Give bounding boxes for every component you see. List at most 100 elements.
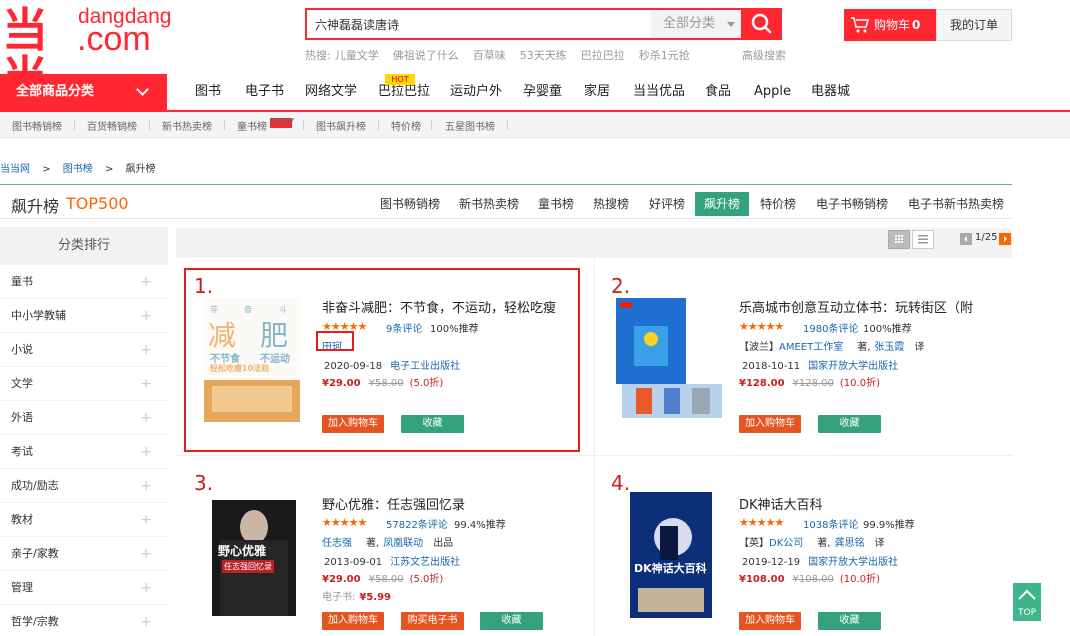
sidebar-item-k12[interactable]: 中小学教辅 + — [0, 299, 168, 333]
nav-item-books[interactable]: 图书 — [195, 74, 221, 110]
review-count-link[interactable]: 57822条评论 — [386, 516, 448, 531]
breadcrumb-home[interactable]: 当当网 — [0, 164, 30, 175]
plus-icon[interactable]: + — [140, 435, 152, 469]
all-categories-menu[interactable]: 全部商品分类 — [0, 74, 167, 110]
back-to-top-button[interactable]: TOP — [1013, 583, 1041, 621]
hot-word-link[interactable]: 儿童文学 — [335, 49, 379, 62]
subnav-item[interactable]: 百货畅销榜 — [87, 118, 137, 133]
tab-new-books[interactable]: 新书热卖榜 — [455, 192, 523, 216]
page-next-icon[interactable] — [999, 233, 1011, 245]
hot-word-link[interactable]: 百草味 — [473, 49, 506, 62]
subnav-item[interactable]: 图书飙升榜 — [316, 118, 366, 133]
author-link[interactable]: 任志强 — [322, 538, 352, 549]
search-input[interactable] — [307, 10, 651, 38]
author-link[interactable]: AMEET工作室 — [779, 342, 843, 353]
cart-button[interactable]: 购物车 0 — [844, 9, 936, 41]
page-prev-icon[interactable] — [960, 233, 972, 245]
highlight-box — [184, 268, 580, 452]
nav-item-youpin[interactable]: 当当优品 — [633, 74, 685, 110]
book-cover[interactable]: DK神话大百科 — [630, 492, 712, 618]
nav-item-food[interactable]: 食品 — [705, 74, 731, 110]
tab-special-price[interactable]: 特价榜 — [756, 192, 800, 216]
add-to-cart-button[interactable]: 加入购物车 — [739, 415, 801, 433]
tab-children[interactable]: 童书榜 — [534, 192, 578, 216]
publisher-link[interactable]: 国家开放大学出版社 — [808, 557, 898, 568]
search-category-select[interactable]: 全部分类 — [651, 10, 741, 38]
grid-view-icon[interactable] — [888, 230, 910, 249]
plus-icon[interactable]: + — [140, 503, 152, 537]
nav-item-outdoor[interactable]: 运动户外 — [450, 74, 502, 110]
translator-link[interactable]: 龚思铭 — [834, 538, 864, 549]
sidebar-item-philosophy[interactable]: 哲学/宗教 + — [0, 605, 168, 636]
subnav-item[interactable]: 特价榜 — [391, 118, 421, 133]
sidebar-item-management[interactable]: 管理 + — [0, 571, 168, 605]
hot-word-link[interactable]: 佛祖说了什么 — [393, 49, 459, 62]
author-link[interactable]: DK公司 — [769, 538, 803, 549]
sidebar-item-label: 成功/励志 — [11, 479, 59, 492]
subnav-item[interactable]: 童书榜 — [237, 118, 267, 133]
favorite-button[interactable]: 收藏 — [818, 415, 881, 433]
tab-rising[interactable]: 飙升榜 — [695, 192, 750, 216]
hot-word-link[interactable]: 秒杀1元抢 — [639, 49, 690, 62]
buy-ebook-button[interactable]: 购买电子书 — [401, 612, 464, 630]
tab-bestseller[interactable]: 图书畅销榜 — [376, 192, 444, 216]
translator-link[interactable]: 张玉霞 — [874, 342, 904, 353]
nav-item-web-literature[interactable]: 网络文学 — [305, 74, 357, 110]
original-price: ¥108.00 — [792, 574, 834, 585]
sidebar-item-children[interactable]: 童书 + — [0, 265, 168, 299]
tab-good-reviews[interactable]: 好评榜 — [645, 192, 689, 216]
product-title[interactable]: DK神话大百科 — [739, 494, 1011, 513]
plus-icon[interactable]: + — [140, 537, 152, 571]
my-orders-button[interactable]: 我的订单 — [936, 9, 1012, 41]
sidebar-item-foreign-language[interactable]: 外语 + — [0, 401, 168, 435]
review-count-link[interactable]: 1038条评论 — [803, 516, 858, 531]
hot-word-link[interactable]: 53天天练 — [520, 49, 567, 62]
sidebar-item-parenting[interactable]: 亲子/家教 + — [0, 537, 168, 571]
sidebar-item-literature[interactable]: 文学 + — [0, 367, 168, 401]
nav-item-electronics[interactable]: 电器城 — [811, 74, 850, 110]
subnav-item[interactable]: 图书畅销榜 — [12, 118, 62, 133]
sidebar-item-success[interactable]: 成功/励志 + — [0, 469, 168, 503]
breadcrumb: 当当网 > 图书榜 > 飙升榜 — [0, 160, 156, 175]
plus-icon[interactable]: + — [140, 265, 152, 299]
plus-icon[interactable]: + — [140, 605, 152, 636]
advanced-search-link[interactable]: 高级搜索 — [742, 47, 786, 63]
plus-icon[interactable]: + — [140, 299, 152, 333]
search-button[interactable] — [741, 8, 782, 40]
nav-item-ebooks[interactable]: 电子书 — [245, 74, 284, 110]
publisher-link[interactable]: 国家开放大学出版社 — [808, 361, 898, 372]
dangdang-logo-domain[interactable]: .com — [77, 22, 151, 56]
tab-ebook-new[interactable]: 电子书新书热卖榜 — [904, 192, 1008, 216]
tab-hot-search[interactable]: 热搜榜 — [589, 192, 633, 216]
plus-icon[interactable]: + — [140, 333, 152, 367]
nav-item-apple[interactable]: Apple — [754, 74, 791, 110]
plus-icon[interactable]: + — [140, 401, 152, 435]
review-count-link[interactable]: 1980条评论 — [803, 320, 858, 335]
sidebar-item-exam[interactable]: 考试 + — [0, 435, 168, 469]
product-title[interactable]: 野心优雅：任志强回忆录 — [322, 494, 578, 513]
cover-text: 野心优雅 — [218, 544, 267, 558]
list-view-icon[interactable] — [912, 230, 934, 249]
product-title[interactable]: 乐高城市创意互动立体书：玩转街区（附 — [739, 297, 1011, 316]
plus-icon[interactable]: + — [140, 469, 152, 503]
dangdang-logo-mark[interactable]: 当当 — [2, 6, 70, 102]
plus-icon[interactable]: + — [140, 571, 152, 605]
subnav-item[interactable]: 五星图书榜 — [445, 118, 495, 133]
tab-ebook-bestseller[interactable]: 电子书畅销榜 — [812, 192, 892, 216]
favorite-button[interactable]: 收藏 — [480, 612, 543, 630]
favorite-button[interactable]: 收藏 — [818, 612, 881, 630]
producer-link[interactable]: 凤凰联动 — [383, 538, 423, 549]
subnav-item[interactable]: 新书热卖榜 — [162, 118, 212, 133]
book-cover[interactable]: 野心优雅 任志强回忆录 — [212, 500, 296, 616]
add-to-cart-button[interactable]: 加入购物车 — [322, 612, 384, 630]
breadcrumb-books[interactable]: 图书榜 — [63, 164, 93, 175]
nav-item-baby[interactable]: 孕婴童 — [523, 74, 562, 110]
nav-item-home[interactable]: 家居 — [584, 74, 610, 110]
plus-icon[interactable]: + — [140, 367, 152, 401]
publisher-link[interactable]: 江苏文艺出版社 — [390, 557, 460, 568]
book-cover[interactable] — [616, 298, 726, 420]
sidebar-item-novel[interactable]: 小说 + — [0, 333, 168, 367]
sidebar-item-textbook[interactable]: 教材 + — [0, 503, 168, 537]
hot-word-link[interactable]: 巴拉巴拉 — [581, 49, 625, 62]
add-to-cart-button[interactable]: 加入购物车 — [739, 612, 801, 630]
